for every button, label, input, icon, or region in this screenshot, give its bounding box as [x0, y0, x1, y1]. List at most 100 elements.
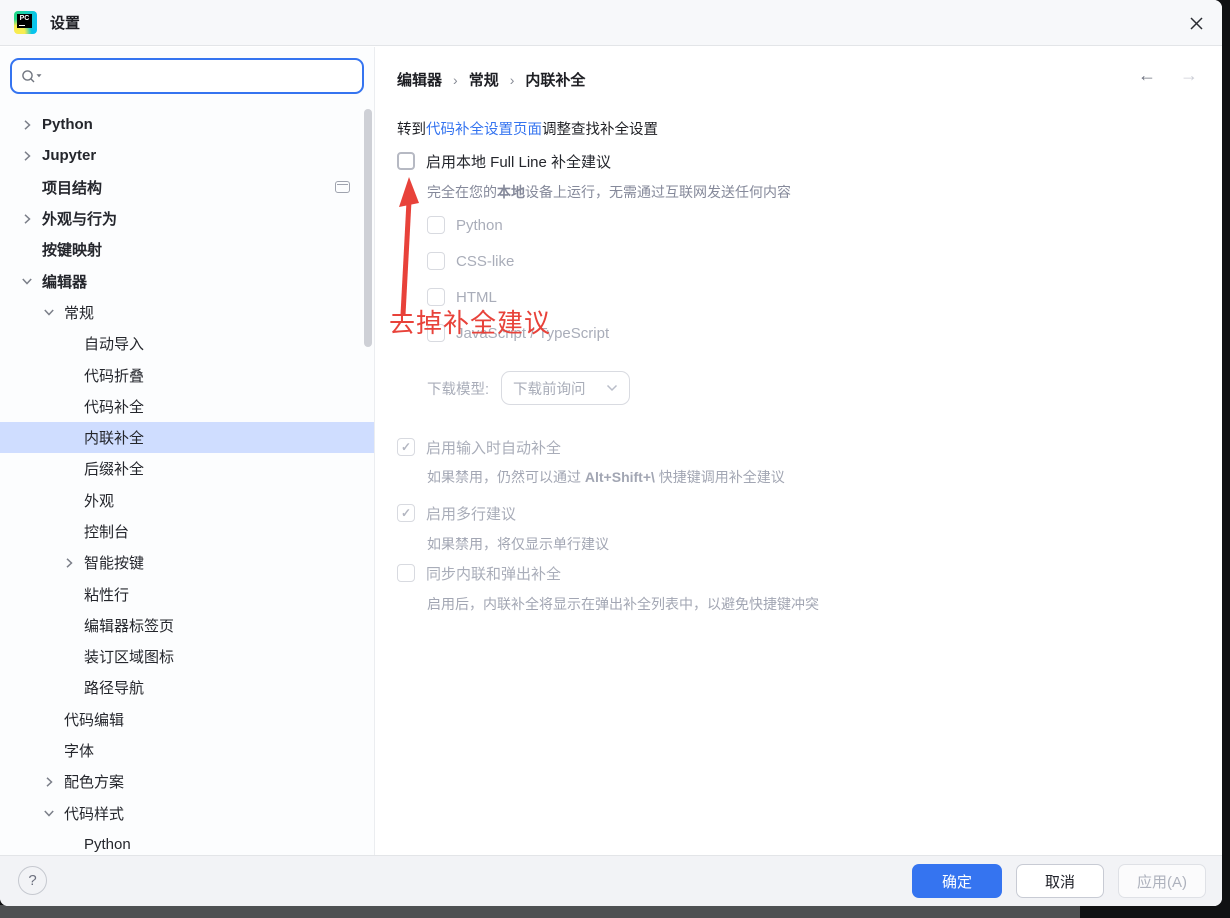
settings-dialog: PC 设置 Python Jupyter 项目结构 [0, 0, 1222, 906]
sidebar-item-label: 装订区域图标 [84, 646, 174, 667]
sidebar-item-label: 内联补全 [84, 427, 144, 448]
python-checkbox [427, 216, 445, 234]
sidebar-scrollbar[interactable] [364, 109, 372, 347]
forward-arrow-icon: → [1180, 65, 1198, 86]
footer-buttons: 确定 取消 应用(A) [912, 864, 1206, 898]
sidebar-item-label: 代码样式 [64, 803, 124, 824]
sidebar-item-label: Python [42, 116, 93, 133]
breadcrumb-general[interactable]: 常规 [469, 69, 499, 90]
language-css-row: CSS-like [427, 251, 514, 271]
code-completion-settings-link[interactable]: 代码补全设置页面 [426, 122, 542, 138]
sidebar-item-sticky-lines[interactable]: 粘性行 [0, 578, 374, 609]
breadcrumb: 编辑器 › 常规 › 内联补全 [397, 69, 585, 90]
sidebar-item-breadcrumbs-nav[interactable]: 路径导航 [0, 672, 374, 703]
sync-completion-checkbox [397, 564, 415, 582]
current-project-icon [335, 181, 350, 193]
sidebar-item-smart-keys[interactable]: 智能按键 [0, 547, 374, 578]
sidebar-item-postfix-completion[interactable]: 后缀补全 [0, 453, 374, 484]
sidebar-item-keymap[interactable]: 按键映射 [0, 234, 374, 265]
sidebar-item-code-style[interactable]: 代码样式 [0, 798, 374, 829]
help-icon[interactable]: ? [18, 866, 47, 895]
sidebar-item-label: 按键映射 [42, 239, 102, 260]
sidebar-item-project-structure[interactable]: 项目结构 [0, 172, 374, 203]
download-model-select: 下载前询问 [501, 371, 630, 405]
sidebar-item-label: 常规 [64, 302, 94, 323]
intro-line: 转到代码补全设置页面调整查找补全设置 [397, 118, 658, 139]
breadcrumb-editor[interactable]: 编辑器 [397, 69, 442, 90]
full-line-checkbox[interactable] [397, 152, 415, 170]
settings-search-box[interactable] [10, 58, 364, 94]
sidebar-item-gutter-icons[interactable]: 装订区域图标 [0, 641, 374, 672]
sidebar-item-label: 代码补全 [84, 396, 144, 417]
settings-sidebar: Python Jupyter 项目结构 外观与行为 按键映射 编辑器 [0, 47, 375, 855]
close-icon[interactable] [1186, 13, 1206, 33]
breadcrumb-separator: › [453, 72, 458, 88]
breadcrumb-separator: › [510, 72, 515, 88]
chevron-icon[interactable] [20, 149, 34, 163]
auto-completion-description: 如果禁用，仍然可以通过 Alt+Shift+\ 快捷键调用补全建议 [427, 467, 785, 487]
sidebar-item-label: 后缀补全 [84, 458, 144, 479]
chevron-icon[interactable] [20, 118, 34, 132]
sidebar-item-label: 外观与行为 [42, 208, 117, 229]
sidebar-item-console[interactable]: 控制台 [0, 516, 374, 547]
sidebar-item-label: 控制台 [84, 521, 129, 542]
download-model-label: 下载模型: [427, 378, 489, 399]
title-bar: PC 设置 [0, 0, 1222, 46]
cancel-button[interactable]: 取消 [1016, 864, 1104, 898]
chevron-icon[interactable] [62, 556, 76, 570]
settings-content: 编辑器 › 常规 › 内联补全 ← → 转到代码补全设置页面调整查找补全设置 启… [376, 47, 1222, 855]
chevron-icon[interactable] [42, 305, 56, 319]
sidebar-item-font[interactable]: 字体 [0, 735, 374, 766]
sidebar-item-label: 代码折叠 [84, 365, 144, 386]
sidebar-item-jupyter[interactable]: Jupyter [0, 140, 374, 171]
sidebar-item-label: 代码编辑 [64, 709, 124, 730]
sidebar-item-auto-import[interactable]: 自动导入 [0, 328, 374, 359]
chevron-down-icon [606, 384, 618, 392]
sidebar-item-label: 字体 [64, 740, 94, 761]
chevron-icon[interactable] [42, 806, 56, 820]
sidebar-item-code-folding[interactable]: 代码折叠 [0, 359, 374, 390]
chevron-icon[interactable] [42, 775, 56, 789]
chevron-icon[interactable] [20, 212, 34, 226]
sidebar-item-label: 外观 [84, 490, 114, 511]
sidebar-item-code-style-python[interactable]: Python [0, 829, 374, 855]
sidebar-item-code-editing[interactable]: 代码编辑 [0, 704, 374, 735]
sidebar-item-appearance[interactable]: 外观 [0, 485, 374, 516]
settings-tree: Python Jupyter 项目结构 外观与行为 按键映射 编辑器 [0, 109, 374, 855]
sidebar-item-label: 自动导入 [84, 333, 144, 354]
sidebar-item-label: Jupyter [42, 147, 96, 164]
full-line-description: 完全在您的本地设备上运行，无需通过互联网发送任何内容 [427, 182, 791, 202]
sidebar-item-label: 编辑器标签页 [84, 615, 174, 636]
search-input[interactable] [50, 60, 353, 92]
sidebar-item-label: Python [84, 836, 131, 853]
sync-description: 启用后，内联补全将显示在弹出补全列表中，以避免快捷键冲突 [427, 594, 819, 614]
sidebar-item-inline-completion[interactable]: 内联补全 [0, 422, 374, 453]
sidebar-item-label: 智能按键 [84, 552, 144, 573]
breadcrumb-inline-completion: 内联补全 [525, 69, 585, 90]
dialog-footer: ? 确定 取消 应用(A) [0, 855, 1222, 906]
multiline-description: 如果禁用，将仅显示单行建议 [427, 534, 609, 554]
full-line-checkbox-row[interactable]: 启用本地 Full Line 补全建议 [397, 151, 611, 171]
sidebar-item-label: 粘性行 [84, 584, 129, 605]
sidebar-item-editor-tabs[interactable]: 编辑器标签页 [0, 610, 374, 641]
css-like-checkbox [427, 252, 445, 270]
sidebar-item-python[interactable]: Python [0, 109, 374, 140]
annotation-text: 去掉补全建议 [389, 303, 551, 340]
back-arrow-icon[interactable]: ← [1138, 65, 1156, 86]
sidebar-item-appearance-behavior[interactable]: 外观与行为 [0, 203, 374, 234]
sidebar-item-editor[interactable]: 编辑器 [0, 265, 374, 296]
sync-completion-row: 同步内联和弹出补全 [397, 563, 561, 583]
sidebar-item-code-completion[interactable]: 代码补全 [0, 391, 374, 422]
auto-completion-row: 启用输入时自动补全 [397, 437, 561, 457]
sidebar-item-label: 路径导航 [84, 677, 144, 698]
sidebar-item-color-scheme[interactable]: 配色方案 [0, 766, 374, 797]
apply-button: 应用(A) [1118, 864, 1206, 898]
sidebar-item-general[interactable]: 常规 [0, 297, 374, 328]
multiline-suggestions-checkbox [397, 504, 415, 522]
sidebar-item-label: 配色方案 [64, 771, 124, 792]
ok-button[interactable]: 确定 [912, 864, 1002, 898]
sidebar-item-label: 项目结构 [42, 177, 102, 198]
taskbar-strip [0, 905, 1080, 918]
chevron-icon[interactable] [20, 274, 34, 288]
multiline-suggestions-row: 启用多行建议 [397, 503, 516, 523]
